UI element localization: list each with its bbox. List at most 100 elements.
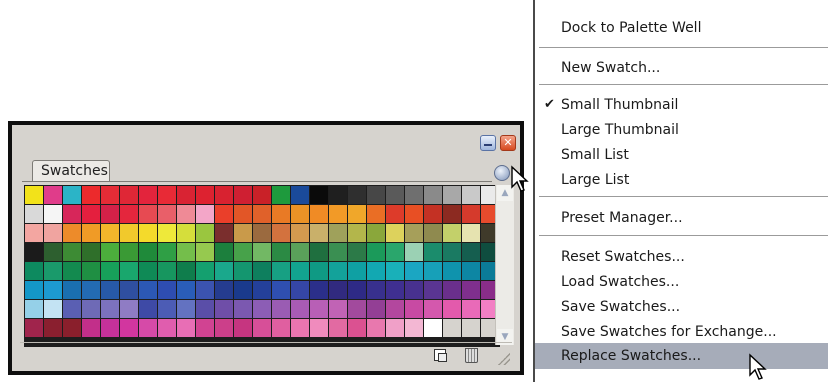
color-swatch[interactable]: [310, 319, 328, 337]
color-swatch[interactable]: [272, 224, 290, 242]
color-swatch[interactable]: [405, 300, 423, 318]
color-swatch[interactable]: [63, 319, 81, 337]
color-swatch[interactable]: [158, 186, 176, 204]
color-swatch[interactable]: [82, 262, 100, 280]
color-swatch[interactable]: [234, 205, 252, 223]
color-swatch[interactable]: [291, 186, 309, 204]
color-swatch[interactable]: [139, 262, 157, 280]
color-swatch[interactable]: [139, 224, 157, 242]
color-swatch[interactable]: [101, 262, 119, 280]
color-swatch[interactable]: [234, 300, 252, 318]
color-swatch[interactable]: [291, 243, 309, 261]
color-swatch[interactable]: [196, 281, 214, 299]
color-swatch[interactable]: [424, 186, 442, 204]
color-swatch[interactable]: [253, 243, 271, 261]
color-swatch[interactable]: [291, 300, 309, 318]
color-swatch[interactable]: [443, 281, 461, 299]
color-swatch[interactable]: [44, 186, 62, 204]
color-swatch[interactable]: [44, 300, 62, 318]
color-swatch[interactable]: [196, 186, 214, 204]
color-swatch[interactable]: [253, 205, 271, 223]
color-swatch[interactable]: [158, 262, 176, 280]
color-swatch[interactable]: [196, 319, 214, 337]
color-swatch[interactable]: [424, 224, 442, 242]
color-swatch[interactable]: [234, 243, 252, 261]
color-swatch[interactable]: [462, 205, 480, 223]
color-swatch[interactable]: [158, 319, 176, 337]
color-swatch[interactable]: [139, 243, 157, 261]
color-swatch[interactable]: [386, 205, 404, 223]
menu-item[interactable]: Dock to Palette Well: [535, 15, 828, 41]
color-swatch[interactable]: [253, 262, 271, 280]
color-swatch[interactable]: [291, 319, 309, 337]
color-swatch[interactable]: [405, 319, 423, 337]
color-swatch[interactable]: [63, 262, 81, 280]
color-swatch[interactable]: [215, 186, 233, 204]
color-swatch[interactable]: [253, 281, 271, 299]
color-swatch[interactable]: [63, 186, 81, 204]
color-swatch[interactable]: [63, 281, 81, 299]
color-swatch[interactable]: [120, 319, 138, 337]
color-swatch[interactable]: [443, 224, 461, 242]
color-swatch[interactable]: [215, 205, 233, 223]
color-swatch[interactable]: [386, 262, 404, 280]
color-swatch[interactable]: [272, 319, 290, 337]
color-swatch[interactable]: [215, 262, 233, 280]
color-swatch[interactable]: [120, 205, 138, 223]
color-swatch[interactable]: [101, 243, 119, 261]
color-swatch[interactable]: [177, 243, 195, 261]
color-swatch[interactable]: [329, 186, 347, 204]
color-swatch[interactable]: [44, 243, 62, 261]
color-swatch[interactable]: [443, 205, 461, 223]
color-swatch[interactable]: [272, 281, 290, 299]
color-swatch[interactable]: [101, 205, 119, 223]
color-swatch[interactable]: [82, 281, 100, 299]
color-swatch[interactable]: [215, 243, 233, 261]
menu-item[interactable]: ✔ Small Thumbnail: [535, 92, 828, 118]
menu-item[interactable]: New Swatch...: [535, 55, 828, 81]
color-swatch[interactable]: [120, 186, 138, 204]
tab-swatches[interactable]: Swatches: [32, 160, 110, 182]
palette-menu-button[interactable]: [494, 165, 510, 181]
close-button[interactable]: ✕: [500, 135, 516, 151]
color-swatch[interactable]: [272, 205, 290, 223]
color-swatch[interactable]: [462, 281, 480, 299]
color-swatch[interactable]: [310, 281, 328, 299]
color-swatch[interactable]: [367, 319, 385, 337]
color-swatch[interactable]: [424, 243, 442, 261]
trash-icon[interactable]: [465, 348, 478, 363]
menu-item[interactable]: Load Swatches...: [535, 269, 828, 295]
color-swatch[interactable]: [25, 300, 43, 318]
color-swatch[interactable]: [82, 243, 100, 261]
color-swatch[interactable]: [291, 281, 309, 299]
menu-item[interactable]: Large List: [535, 167, 828, 193]
color-swatch[interactable]: [25, 186, 43, 204]
color-swatch[interactable]: [310, 262, 328, 280]
color-swatch[interactable]: [158, 205, 176, 223]
color-swatch[interactable]: [215, 319, 233, 337]
color-swatch[interactable]: [405, 262, 423, 280]
color-swatch[interactable]: [120, 224, 138, 242]
color-swatch[interactable]: [291, 262, 309, 280]
color-swatch[interactable]: [386, 186, 404, 204]
color-swatch[interactable]: [82, 319, 100, 337]
color-swatch[interactable]: [25, 319, 43, 337]
color-swatch[interactable]: [310, 205, 328, 223]
color-swatch[interactable]: [44, 281, 62, 299]
color-swatch[interactable]: [196, 205, 214, 223]
color-swatch[interactable]: [367, 262, 385, 280]
color-swatch[interactable]: [367, 205, 385, 223]
color-swatch[interactable]: [196, 300, 214, 318]
color-swatch[interactable]: [310, 243, 328, 261]
color-swatch[interactable]: [253, 319, 271, 337]
color-swatch[interactable]: [348, 205, 366, 223]
color-swatch[interactable]: [329, 205, 347, 223]
color-swatch[interactable]: [120, 243, 138, 261]
vertical-scrollbar[interactable]: ▲ ▼: [495, 185, 514, 345]
color-swatch[interactable]: [272, 262, 290, 280]
color-swatch[interactable]: [348, 262, 366, 280]
color-swatch[interactable]: [120, 281, 138, 299]
color-swatch[interactable]: [234, 281, 252, 299]
color-swatch[interactable]: [405, 205, 423, 223]
color-swatch[interactable]: [215, 281, 233, 299]
